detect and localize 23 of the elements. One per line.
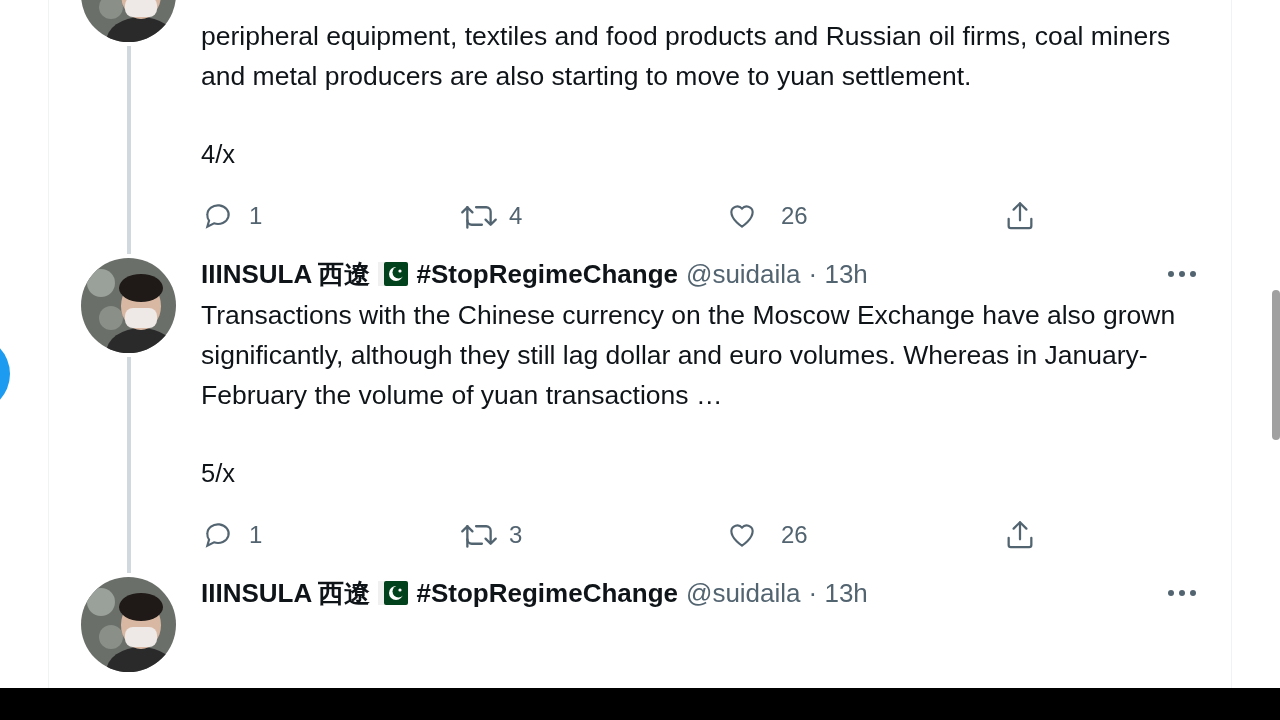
retweet-count: 3 xyxy=(509,520,523,550)
retweet-count: 4 xyxy=(509,201,523,231)
flag-icon xyxy=(378,261,409,287)
more-icon[interactable] xyxy=(1167,270,1197,278)
author-name[interactable]: IIINSULA 西遼 xyxy=(201,254,371,294)
flag-icon xyxy=(378,580,409,606)
author-handle[interactable]: @suidaila xyxy=(686,573,801,613)
scrollbar[interactable] xyxy=(1272,290,1280,440)
tweet-text: peripheral equipment, textiles and food products and Russian oil firms, coal miners and metal producers are also starting to move to yuan settlement. xyxy=(201,20,1172,93)
timestamp[interactable]: · 13h xyxy=(808,573,868,613)
thread-number: 5/x xyxy=(201,458,237,489)
reply-count: 1 xyxy=(249,520,263,550)
timestamp[interactable]: · 13h xyxy=(808,254,868,294)
more-icon[interactable] xyxy=(1167,589,1197,597)
tweet-text: Transactions with the Chinese currency on the Moscow Exchange have also grown significantly, although they still lag dollar and euro volumes. Whereas in January-February the volume of yuan transactions … xyxy=(201,299,1177,412)
author-name[interactable]: IIINSULA 西遼 xyxy=(201,573,371,613)
author-handle[interactable]: @suidaila xyxy=(686,254,801,294)
hashtag[interactable]: #StopRegimeChange xyxy=(416,573,678,613)
thread-number: 4/x xyxy=(201,139,237,170)
like-count: 26 xyxy=(781,201,808,231)
hashtag[interactable]: #StopRegimeChange xyxy=(416,254,678,294)
reply-count: 1 xyxy=(249,201,263,231)
like-count: 26 xyxy=(781,520,808,550)
